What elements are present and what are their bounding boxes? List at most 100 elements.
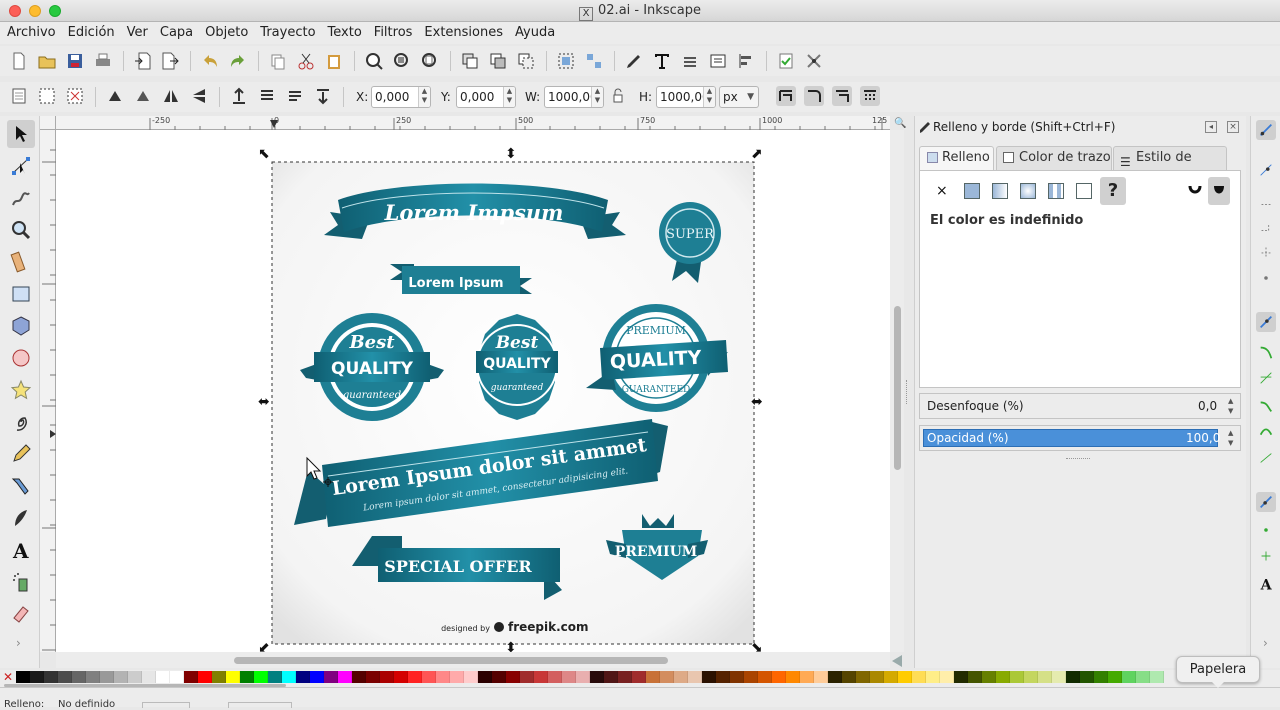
raise-icon[interactable]	[257, 86, 277, 106]
color-swatch[interactable]	[240, 671, 254, 683]
vertical-scrollbar[interactable]: 🔍	[890, 118, 906, 652]
selector-tool-icon[interactable]	[7, 120, 35, 148]
color-swatch[interactable]	[16, 671, 30, 683]
calligraphy-tool-icon[interactable]	[7, 504, 35, 532]
drawing-canvas[interactable]: Lorem Impsum SUPER Lorem Ipsum Best QUAL…	[56, 130, 890, 652]
blur-spinner-arrows[interactable]: ▲ ▼	[1228, 396, 1233, 416]
star-tool-icon[interactable]	[7, 376, 35, 404]
height-input[interactable]: 1000,00 ▲ ▼	[656, 86, 716, 108]
color-swatch[interactable]	[366, 671, 380, 683]
snap-bbox-center-icon[interactable]	[1256, 268, 1276, 288]
open-folder-icon[interactable]	[37, 51, 57, 71]
color-swatch[interactable]	[1080, 671, 1094, 683]
snap-nodes-icon[interactable]	[1256, 312, 1276, 332]
opacity-row[interactable]: Opacidad (%) 100,0 ▲ ▼	[919, 425, 1241, 451]
unit-select[interactable]: px ▼	[719, 86, 759, 108]
snap-bbox-corners-icon[interactable]	[1256, 216, 1276, 236]
color-swatch[interactable]	[786, 671, 800, 683]
snap-bbox-midpoints-icon[interactable]	[1256, 242, 1276, 262]
color-swatch[interactable]	[800, 671, 814, 683]
color-swatch[interactable]	[1052, 671, 1066, 683]
width-input[interactable]: 1000,00 ▲ ▼	[544, 86, 604, 108]
scale-corners-toggle[interactable]	[804, 86, 824, 106]
color-swatch[interactable]	[492, 671, 506, 683]
color-swatch[interactable]	[884, 671, 898, 683]
menu-texto[interactable]: Texto	[323, 22, 367, 44]
color-swatch[interactable]	[226, 671, 240, 683]
color-swatch[interactable]	[744, 671, 758, 683]
snap-text-baseline-icon[interactable]: A	[1256, 574, 1276, 594]
snap-line-midpoints-icon[interactable]	[1256, 448, 1276, 468]
select-all-icon[interactable]	[9, 86, 29, 106]
color-swatch[interactable]	[408, 671, 422, 683]
measure-tool-icon[interactable]	[7, 248, 35, 276]
scale-handle-top[interactable]: ⬍	[505, 147, 517, 161]
scale-handle-tl[interactable]: ⬉	[258, 147, 270, 161]
zoom-page-icon[interactable]	[420, 51, 440, 71]
color-swatch[interactable]	[604, 671, 618, 683]
color-swatch[interactable]	[562, 671, 576, 683]
lock-icon[interactable]	[608, 86, 628, 106]
color-swatch[interactable]	[44, 671, 58, 683]
menu-trayecto[interactable]: Trayecto	[255, 22, 320, 44]
snap-bbox-icon[interactable]	[1256, 160, 1276, 180]
color-swatch[interactable]	[982, 671, 996, 683]
color-swatch[interactable]	[674, 671, 688, 683]
linear-gradient-button[interactable]	[992, 183, 1008, 199]
color-swatch[interactable]	[590, 671, 604, 683]
scale-handle-br[interactable]: ⬊	[751, 641, 763, 652]
clone-icon[interactable]	[488, 51, 508, 71]
snap-others-icon[interactable]	[1256, 492, 1276, 512]
flip-horizontal-icon[interactable]	[161, 86, 181, 106]
y-input[interactable]: 0,000 ▲ ▼	[456, 86, 516, 108]
pattern-button[interactable]	[1076, 183, 1092, 199]
menu-filtros[interactable]: Filtros	[369, 22, 418, 44]
ellipse-tool-icon[interactable]	[7, 344, 35, 372]
menu-ayuda[interactable]: Ayuda	[510, 22, 560, 44]
color-swatch[interactable]	[142, 671, 156, 683]
scale-stroke-toggle[interactable]	[776, 86, 796, 106]
export-icon[interactable]	[160, 51, 180, 71]
color-swatch[interactable]	[772, 671, 786, 683]
snap-smooth-nodes-icon[interactable]	[1256, 422, 1276, 442]
print-icon[interactable]	[93, 51, 113, 71]
text-tool-icon[interactable]: A	[7, 536, 35, 564]
fill-rule-evenodd-icon[interactable]	[1188, 183, 1202, 199]
color-swatch[interactable]	[464, 671, 478, 683]
raise-to-top-icon[interactable]	[229, 86, 249, 106]
color-swatch[interactable]	[338, 671, 352, 683]
scale-handle-left[interactable]: ⬌	[258, 395, 270, 409]
color-swatch[interactable]	[282, 671, 296, 683]
color-swatch[interactable]	[72, 671, 86, 683]
tab-relleno[interactable]: Relleno	[919, 146, 994, 170]
horizontal-scrollbar[interactable]	[56, 652, 902, 668]
align-distribute-icon[interactable]	[736, 51, 756, 71]
horizontal-scroll-thumb[interactable]	[234, 657, 668, 664]
ungroup-icon[interactable]	[584, 51, 604, 71]
rotate-cw-icon[interactable]	[133, 86, 153, 106]
color-swatch[interactable]	[86, 671, 100, 683]
group-icon[interactable]	[556, 51, 576, 71]
dock-splitter-grip[interactable]	[906, 380, 910, 404]
text-font-icon[interactable]	[652, 51, 672, 71]
width-spinner-arrows[interactable]: ▲ ▼	[591, 87, 603, 107]
color-swatch[interactable]	[646, 671, 660, 683]
pencil-tool-icon[interactable]	[7, 440, 35, 468]
snap-object-center-icon[interactable]	[1256, 520, 1276, 540]
color-swatch[interactable]	[702, 671, 716, 683]
color-swatch[interactable]	[1066, 671, 1080, 683]
scale-handle-right[interactable]: ⬌	[751, 395, 763, 409]
undo-icon[interactable]	[200, 51, 220, 71]
color-swatch[interactable]	[758, 671, 772, 683]
tab-color-de-trazo[interactable]: Color de trazo	[996, 146, 1112, 170]
color-swatch[interactable]	[968, 671, 982, 683]
color-swatch[interactable]	[856, 671, 870, 683]
rotate-ccw-icon[interactable]	[105, 86, 125, 106]
mesh-gradient-button[interactable]	[1048, 183, 1064, 199]
x-input[interactable]: 0,000 ▲ ▼	[371, 86, 431, 108]
snap-bbox-edges-icon[interactable]	[1256, 190, 1276, 210]
zoom-tool-icon[interactable]	[7, 216, 35, 244]
color-swatch[interactable]	[870, 671, 884, 683]
unset-paint-button[interactable]: ?	[1100, 177, 1126, 205]
radial-gradient-button[interactable]	[1020, 183, 1036, 199]
